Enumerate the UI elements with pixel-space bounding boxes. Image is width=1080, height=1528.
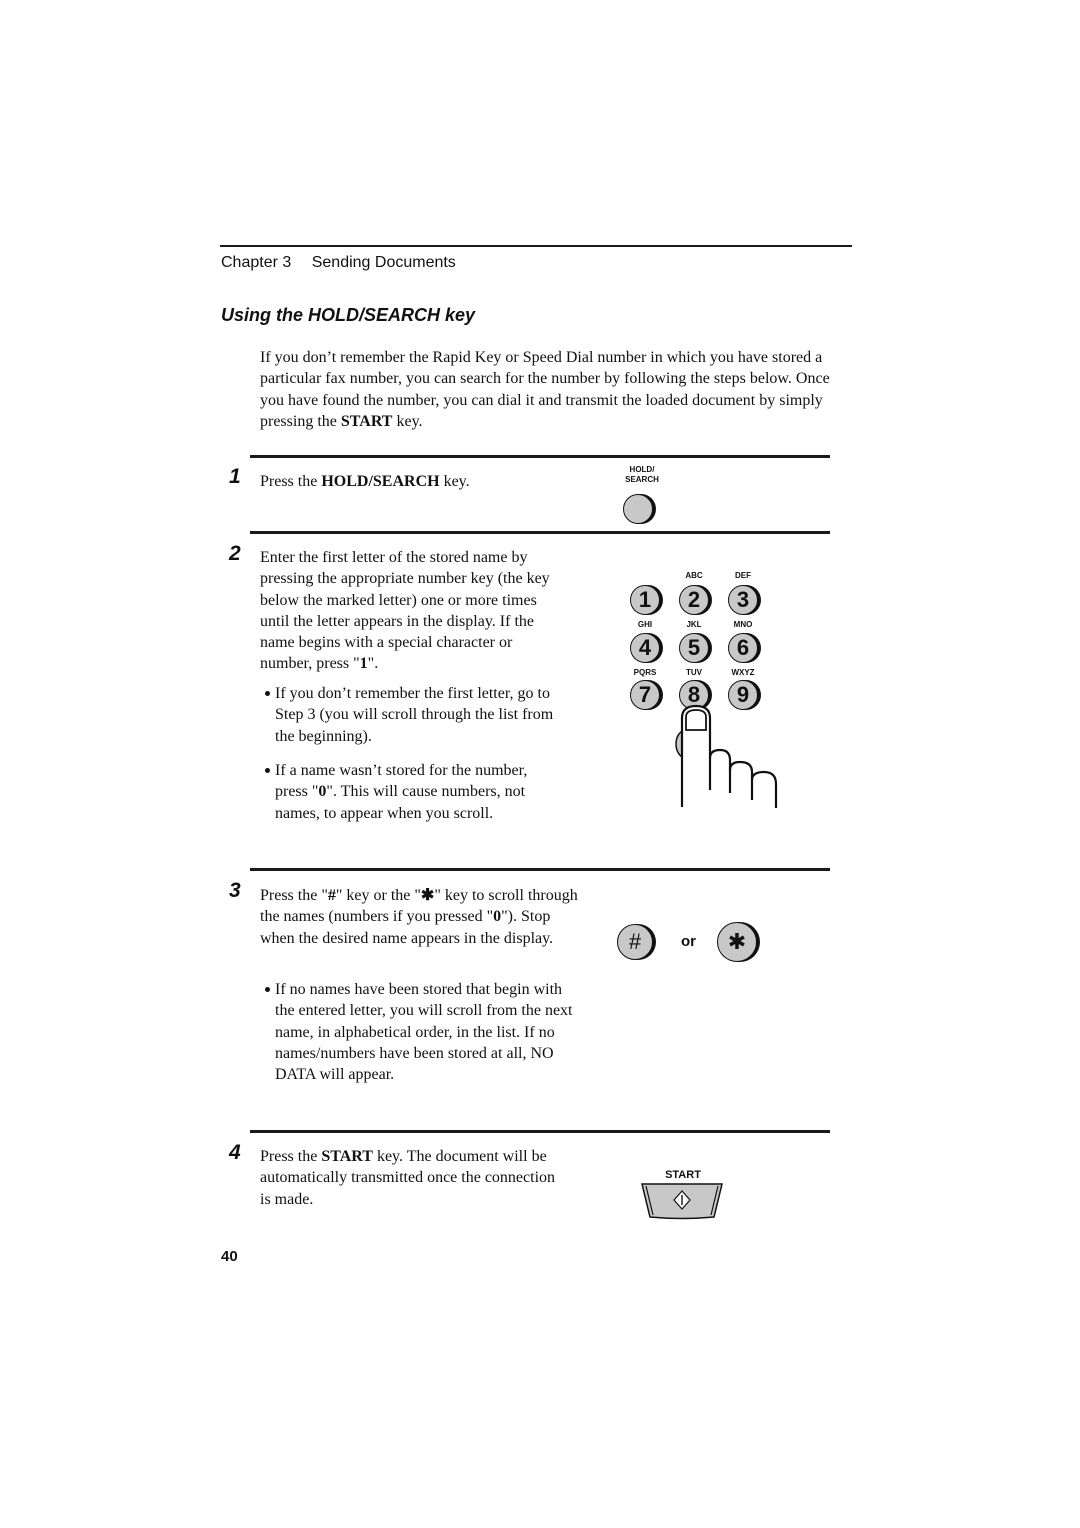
hold-search-key-label: HOLD/ SEARCH: [612, 465, 672, 485]
step-3-number: 3: [229, 879, 241, 902]
step-4-rule: [250, 1130, 830, 1133]
step-3-rule: [250, 868, 830, 871]
hash-key-icon: #: [617, 924, 653, 960]
step-4-text: Press the START key. The document will b…: [260, 1146, 560, 1210]
keypad-letters-9: WXYZ: [731, 668, 755, 677]
section-title: Using the HOLD/SEARCH key: [221, 305, 476, 325]
step-4-number: 4: [229, 1141, 241, 1164]
step-3-zero: 0: [493, 908, 502, 926]
keypad-key-1-icon: 1: [630, 585, 660, 615]
keypad-letters-5: JKL: [686, 620, 702, 629]
chapter-title: Sending Documents: [311, 254, 456, 271]
chapter-label: Chapter 3: [221, 254, 292, 271]
hold-label: HOLD/: [629, 465, 655, 474]
keypad-letters-8: TUV: [686, 668, 702, 677]
step-2-bullet-1: If you don’t remember the first letter, …: [265, 683, 560, 747]
step-3-text-b: " key or the ": [335, 887, 421, 904]
step-2-number: 2: [229, 542, 241, 565]
keypad-letters-6: MNO: [733, 620, 753, 629]
intro-bold-start: START: [340, 412, 393, 430]
step-2-rule: [250, 531, 830, 534]
keypad-letters-2: ABC: [685, 571, 703, 580]
step-1-number: 1: [229, 465, 241, 488]
or-label: or: [681, 933, 696, 950]
keypad-key-3-icon: 3: [728, 585, 758, 615]
step-2-text-bold: 1: [359, 655, 368, 673]
step-3-hash: #: [327, 887, 336, 904]
header-rule: [220, 245, 852, 247]
step-3-star: ✱: [420, 887, 435, 904]
search-label: SEARCH: [625, 475, 659, 484]
chapter-header: Chapter 3 Sending Documents: [221, 254, 456, 272]
step-2-text: Enter the first letter of the stored nam…: [260, 547, 565, 675]
step-1-rule: [250, 455, 830, 458]
keypad-key-6-icon: 6: [728, 633, 758, 663]
step-1-text-bold: HOLD/SEARCH: [321, 473, 440, 490]
step-3-text: Press the "#" key or the "✱" key to scro…: [260, 885, 580, 949]
step-4-text-bold: START: [321, 1148, 373, 1165]
hold-search-key-icon: [623, 494, 653, 524]
step-2-text-a: Enter the first letter of the stored nam…: [260, 549, 550, 673]
step-3-text-a: Press the ": [260, 887, 328, 904]
keypad-letters-4: GHI: [637, 620, 653, 629]
keypad-letters-7: PQRS: [633, 668, 657, 677]
step-1-text-b: key.: [439, 473, 470, 490]
intro-paragraph: If you don’t remember the Rapid Key or S…: [260, 347, 840, 432]
step-1-text: Press the HOLD/SEARCH key.: [260, 471, 560, 492]
star-key-icon: ✱: [717, 922, 757, 962]
intro-text-end: key.: [392, 412, 423, 430]
start-key-label: START: [665, 1169, 701, 1181]
step-2-bullet-2: If a name wasn’t stored for the number, …: [265, 760, 560, 824]
keypad-key-4-icon: 4: [630, 633, 660, 663]
step-3-bullet-1: If no names have been stored that begin …: [265, 979, 575, 1085]
step-4-text-a: Press the: [260, 1148, 322, 1165]
pointing-hand-icon: [675, 704, 778, 808]
page-number: 40: [221, 1248, 238, 1265]
step-2-text-b: ".: [367, 655, 379, 673]
keypad-key-5-icon: 5: [679, 633, 709, 663]
keypad-key-2-icon: 2: [679, 585, 709, 615]
start-key-icon: [641, 1183, 723, 1220]
keypad-letters-3: DEF: [735, 571, 751, 580]
step-1-text-a: Press the: [260, 473, 322, 490]
